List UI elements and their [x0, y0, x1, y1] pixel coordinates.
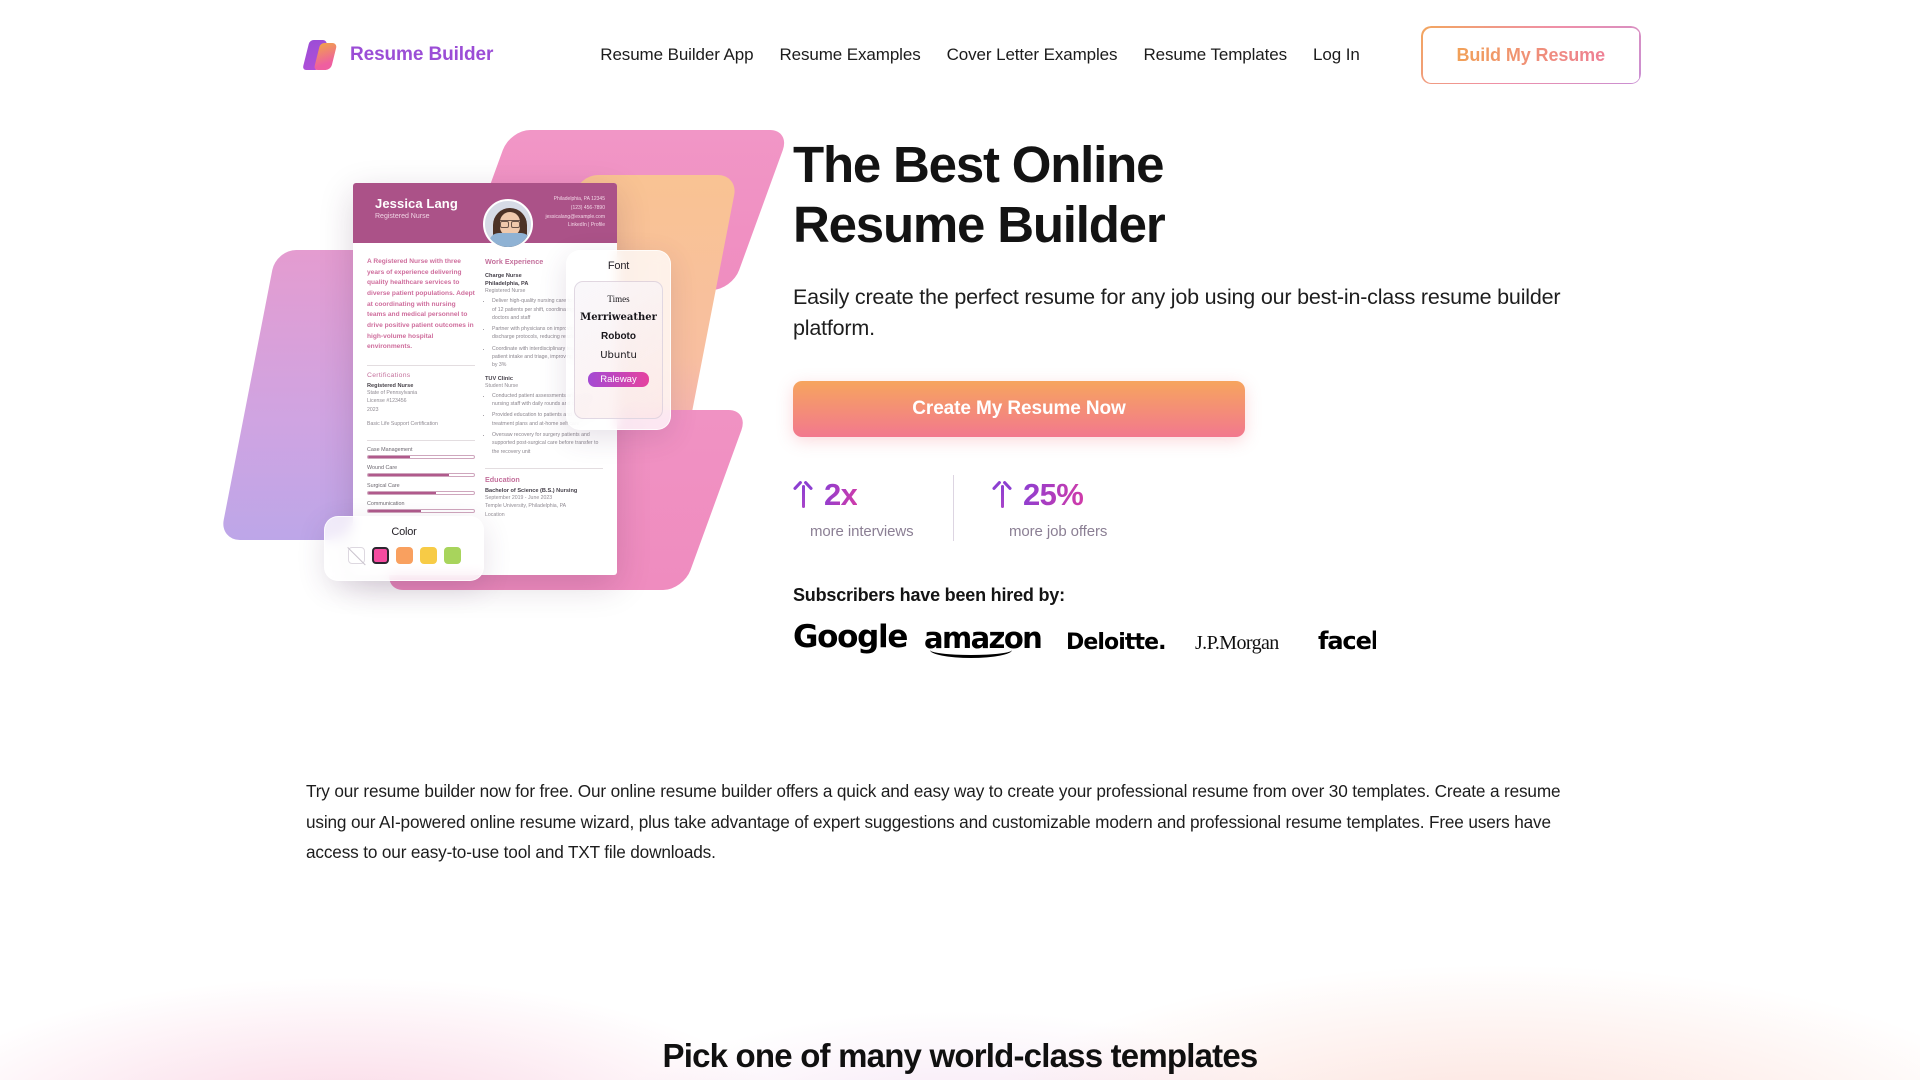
hired-by-section: Subscribers have been hired by: Google a…: [793, 585, 1643, 659]
hero-illustration: Jessica Lang Registered Nurse Philadelph…: [219, 120, 791, 720]
resume-contact-email: jessicalang@example.com: [545, 213, 605, 220]
skill-row: Wound Care: [367, 465, 475, 478]
color-swatch-green[interactable]: [443, 547, 461, 564]
resume-certifications-title: Certifications: [367, 372, 411, 380]
resume-education-title: Education: [485, 475, 520, 485]
hero-subheading: Easily create the perfect resume for any…: [793, 285, 1561, 341]
avatar: [483, 199, 533, 249]
hero-content: The Best Online Resume Builder Easily cr…: [793, 135, 1643, 659]
font-option-times[interactable]: Times: [575, 294, 662, 304]
resume-contact-address: Philadelphia, PA 12345: [553, 196, 605, 202]
skill-row: Case Management: [367, 447, 475, 460]
education-school: Temple University, Philadelphia, PA: [485, 503, 567, 510]
certification-name: Basic Life Support Certification: [367, 420, 438, 427]
company-logo-row: Google amazon Deloitte. J.P.Morgan faceb: [793, 619, 1643, 659]
font-option-ubuntu[interactable]: Ubuntu: [575, 350, 662, 361]
main-navigation: Resume Builder App Resume Examples Cover…: [587, 26, 1641, 84]
jpmorgan-logo: J.P.Morgan: [1195, 632, 1279, 655]
stat-more-job-offers: 25% more job offers: [992, 477, 1152, 540]
divider: [953, 475, 954, 542]
stats-row: 2x more interviews 25% more job offers: [793, 475, 1643, 542]
resume-summary: A Registered Nurse with three years of e…: [367, 258, 475, 351]
color-panel-title: Color: [391, 526, 417, 538]
templates-section-title: Pick one of many world-class templates: [662, 1037, 1259, 1074]
certification-detail: 2023: [367, 406, 379, 413]
divider: [485, 468, 603, 470]
divider: [367, 365, 475, 367]
arrow-up-icon: [793, 482, 813, 508]
nav-link-resume-builder-app[interactable]: Resume Builder App: [587, 45, 766, 65]
nav-link-log-in[interactable]: Log In: [1300, 45, 1373, 65]
resume-left-column: A Registered Nurse with three years of e…: [367, 257, 475, 519]
font-option-merriweather[interactable]: Merriweather: [575, 312, 662, 323]
deloitte-logo: Deloitte.: [1066, 630, 1166, 656]
nav-link-resume-examples[interactable]: Resume Examples: [766, 45, 933, 65]
site-header: Resume Builder Resume Builder App Resume…: [0, 0, 1920, 110]
page-title-line1: The Best Online: [793, 136, 1164, 193]
resume-builder-logo-icon: [302, 40, 338, 70]
stat-more-interviews: 2x more interviews: [793, 477, 953, 540]
divider: [367, 440, 475, 442]
amazon-logo: amazon: [924, 621, 1054, 659]
resume-contact-block: Philadelphia, PA 12345 (123) 456-7890 je…: [545, 195, 605, 230]
facebook-logo: faceb: [1318, 627, 1376, 656]
education-location: Location: [485, 511, 505, 518]
stat-value: 2x: [824, 476, 858, 512]
resume-header: Jessica Lang Registered Nurse Philadelph…: [353, 183, 617, 249]
stat-label: more job offers: [1009, 522, 1108, 540]
font-options-list: Times Merriweather Roboto Ubuntu Raleway: [574, 281, 663, 419]
color-swatch-orange[interactable]: [395, 547, 413, 564]
skill-row: Surgical Care: [367, 483, 475, 496]
brand-name: Resume Builder: [350, 44, 494, 65]
nav-link-resume-templates[interactable]: Resume Templates: [1130, 45, 1300, 65]
arrow-up-icon: [992, 482, 1012, 508]
color-picker-panel: Color: [324, 516, 484, 581]
education-dates: September 2019 - June 2023: [485, 495, 553, 502]
color-swatch-list: [325, 547, 483, 564]
skill-label: Wound Care: [367, 465, 398, 472]
certification-detail: State of Pennsylvania: [367, 390, 418, 397]
skill-label: Communication: [367, 501, 405, 508]
google-logo: Google: [793, 619, 908, 656]
hired-by-label: Subscribers have been hired by:: [793, 585, 1065, 606]
nav-link-cover-letter-examples[interactable]: Cover Letter Examples: [934, 45, 1131, 65]
font-option-raleway-label: Raleway: [588, 372, 649, 387]
stat-value: 25%: [1023, 476, 1084, 512]
font-option-roboto[interactable]: Roboto: [575, 331, 662, 342]
color-swatch-none[interactable]: [347, 547, 365, 564]
skill-label: Case Management: [367, 447, 413, 454]
build-my-resume-button[interactable]: Build My Resume: [1420, 26, 1641, 84]
stat-label: more interviews: [810, 522, 914, 540]
skill-row: Communication: [367, 501, 475, 514]
build-my-resume-label: Build My Resume: [1456, 44, 1605, 65]
font-option-raleway-selected[interactable]: Raleway: [575, 369, 662, 387]
font-panel-title: Font: [607, 260, 630, 272]
resume-contact-phone: (123) 456-7890: [570, 204, 605, 211]
create-my-resume-now-button[interactable]: Create My Resume Now: [793, 381, 1245, 438]
work-bullet: Oversaw recovery for surgery patients an…: [492, 431, 603, 456]
resume-contact-links: LinkedIn | Profile: [567, 222, 605, 229]
brand-logo-link[interactable]: Resume Builder: [302, 40, 494, 70]
font-picker-panel: Font Times Merriweather Roboto Ubuntu Ra…: [566, 250, 671, 430]
color-swatch-yellow[interactable]: [419, 547, 437, 564]
certification-detail: License #123456: [367, 398, 407, 405]
skill-label: Surgical Care: [367, 483, 400, 490]
color-swatch-pink-selected[interactable]: [371, 547, 389, 564]
intro-paragraph: Try our resume builder now for free. Our…: [306, 781, 1561, 863]
page-title: The Best Online Resume Builder: [793, 135, 1643, 254]
page-title-line2: Resume Builder: [793, 195, 1166, 253]
